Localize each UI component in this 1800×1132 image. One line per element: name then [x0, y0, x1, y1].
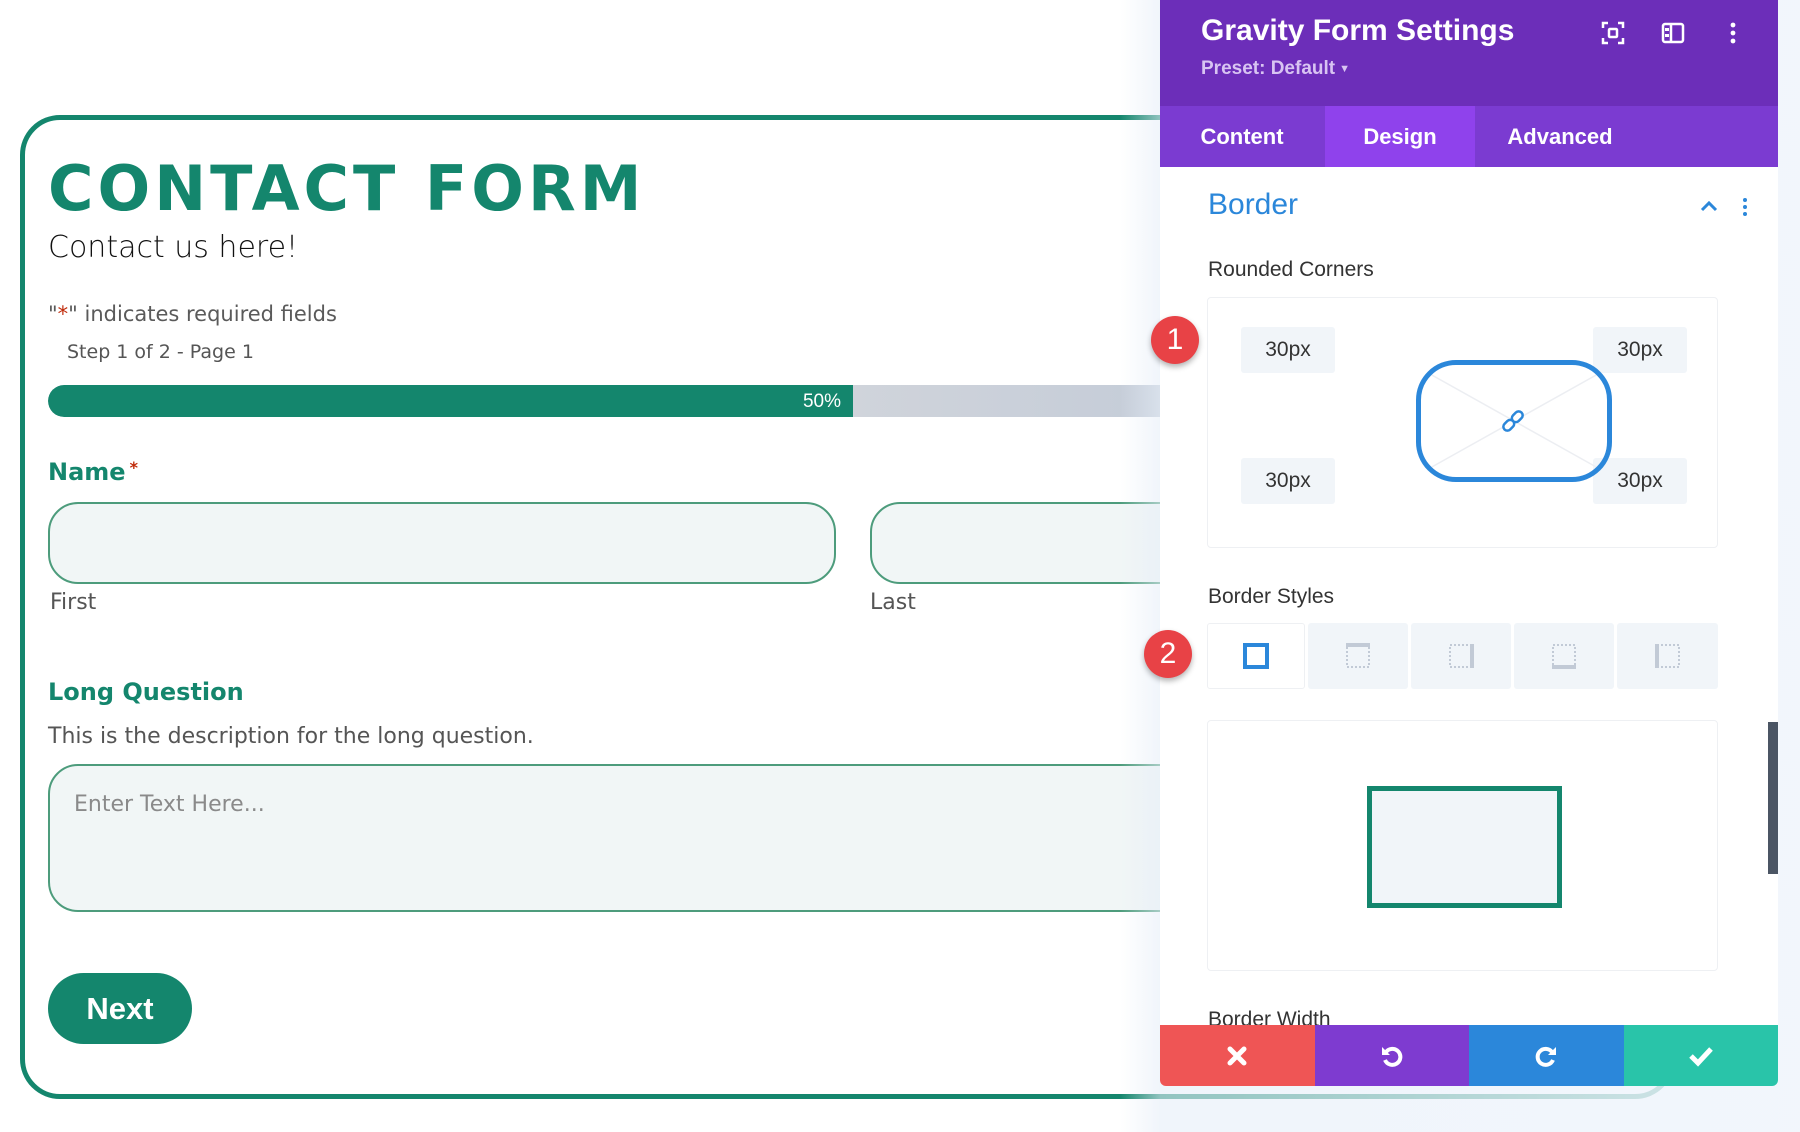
redo-button[interactable]: [1469, 1025, 1624, 1086]
border-top-icon: [1346, 643, 1370, 668]
border-preview: [1367, 786, 1562, 908]
save-button[interactable]: [1623, 1025, 1778, 1086]
border-style-top[interactable]: [1308, 623, 1408, 689]
rounded-corners-label: Rounded Corners: [1208, 258, 1374, 281]
preset-dropdown[interactable]: Preset: Default ▼: [1201, 58, 1350, 80]
split-view-icon[interactable]: [1660, 20, 1686, 46]
more-options-icon[interactable]: [1720, 20, 1746, 46]
border-preview-box: [1207, 720, 1718, 971]
border-all-icon: [1243, 643, 1269, 669]
section-more-icon[interactable]: [1740, 196, 1750, 218]
link-icon[interactable]: [1498, 406, 1528, 436]
step-indicator: Step 1 of 2 - Page 1: [67, 341, 254, 363]
required-fields-note: "*" indicates required fields: [48, 302, 337, 326]
border-styles-label: Border Styles: [1208, 585, 1335, 608]
panel-tabs: Content Design Advanced: [1160, 106, 1778, 167]
next-button[interactable]: Next: [48, 973, 192, 1044]
border-style-left[interactable]: [1617, 623, 1718, 689]
panel-footer: [1160, 1025, 1778, 1086]
form-title: CONTACT FORM: [48, 152, 646, 225]
close-icon: [1227, 1046, 1247, 1065]
name-field-label: Name *: [48, 458, 138, 486]
border-right-icon: [1449, 644, 1474, 668]
border-section-title[interactable]: Border: [1208, 188, 1298, 222]
border-style-all[interactable]: [1207, 623, 1305, 689]
form-subtitle: Contact us here!: [48, 230, 299, 265]
long-question-textarea[interactable]: Enter Text Here...: [48, 764, 1248, 912]
long-question-description: This is the description for the long que…: [48, 724, 534, 749]
panel-scrollbar[interactable]: [1768, 722, 1778, 874]
quote: ": [48, 302, 58, 326]
name-label-text: Name: [48, 458, 126, 486]
tab-design[interactable]: Design: [1325, 106, 1475, 167]
panel-header: Gravity Form Settings Preset: Default ▼: [1160, 0, 1778, 106]
tab-content[interactable]: Content: [1160, 106, 1324, 167]
rounded-corners-control: 30px 30px 30px 30px: [1207, 297, 1718, 548]
panel-title: Gravity Form Settings: [1201, 14, 1515, 47]
redo-icon: [1535, 1046, 1557, 1067]
chevron-up-icon[interactable]: [1698, 196, 1720, 218]
progress-label: 50%: [802, 391, 841, 412]
border-left-icon: [1654, 644, 1680, 668]
settings-panel: Gravity Form Settings Preset: Default ▼ C…: [1160, 0, 1778, 1086]
progress-bar: 50%: [48, 385, 1188, 417]
preset-label: Preset: Default: [1201, 58, 1336, 79]
top-left-radius-input[interactable]: 30px: [1241, 327, 1335, 373]
first-name-input[interactable]: [48, 502, 836, 584]
undo-icon: [1381, 1046, 1403, 1067]
required-star: *: [129, 458, 138, 477]
caret-down-icon: ▼: [1339, 62, 1350, 75]
annotation-badge-2: 2: [1144, 630, 1192, 678]
check-icon: [1688, 1046, 1713, 1067]
undo-button[interactable]: [1314, 1025, 1469, 1086]
progress-fill: 50%: [48, 385, 853, 417]
annotation-badge-1: 1: [1151, 316, 1199, 364]
focus-mode-icon[interactable]: [1600, 20, 1626, 46]
first-name-sublabel: First: [50, 590, 97, 615]
bottom-left-radius-input[interactable]: 30px: [1241, 458, 1335, 504]
last-name-sublabel: Last: [870, 590, 916, 615]
required-star: *: [57, 302, 69, 326]
border-style-right[interactable]: [1411, 623, 1511, 689]
border-bottom-icon: [1552, 644, 1576, 669]
border-style-bottom[interactable]: [1514, 623, 1614, 689]
tab-advanced[interactable]: Advanced: [1475, 106, 1645, 167]
discard-button[interactable]: [1160, 1025, 1315, 1086]
long-question-label: Long Question: [48, 678, 244, 706]
required-note-text: " indicates required fields: [68, 302, 337, 326]
